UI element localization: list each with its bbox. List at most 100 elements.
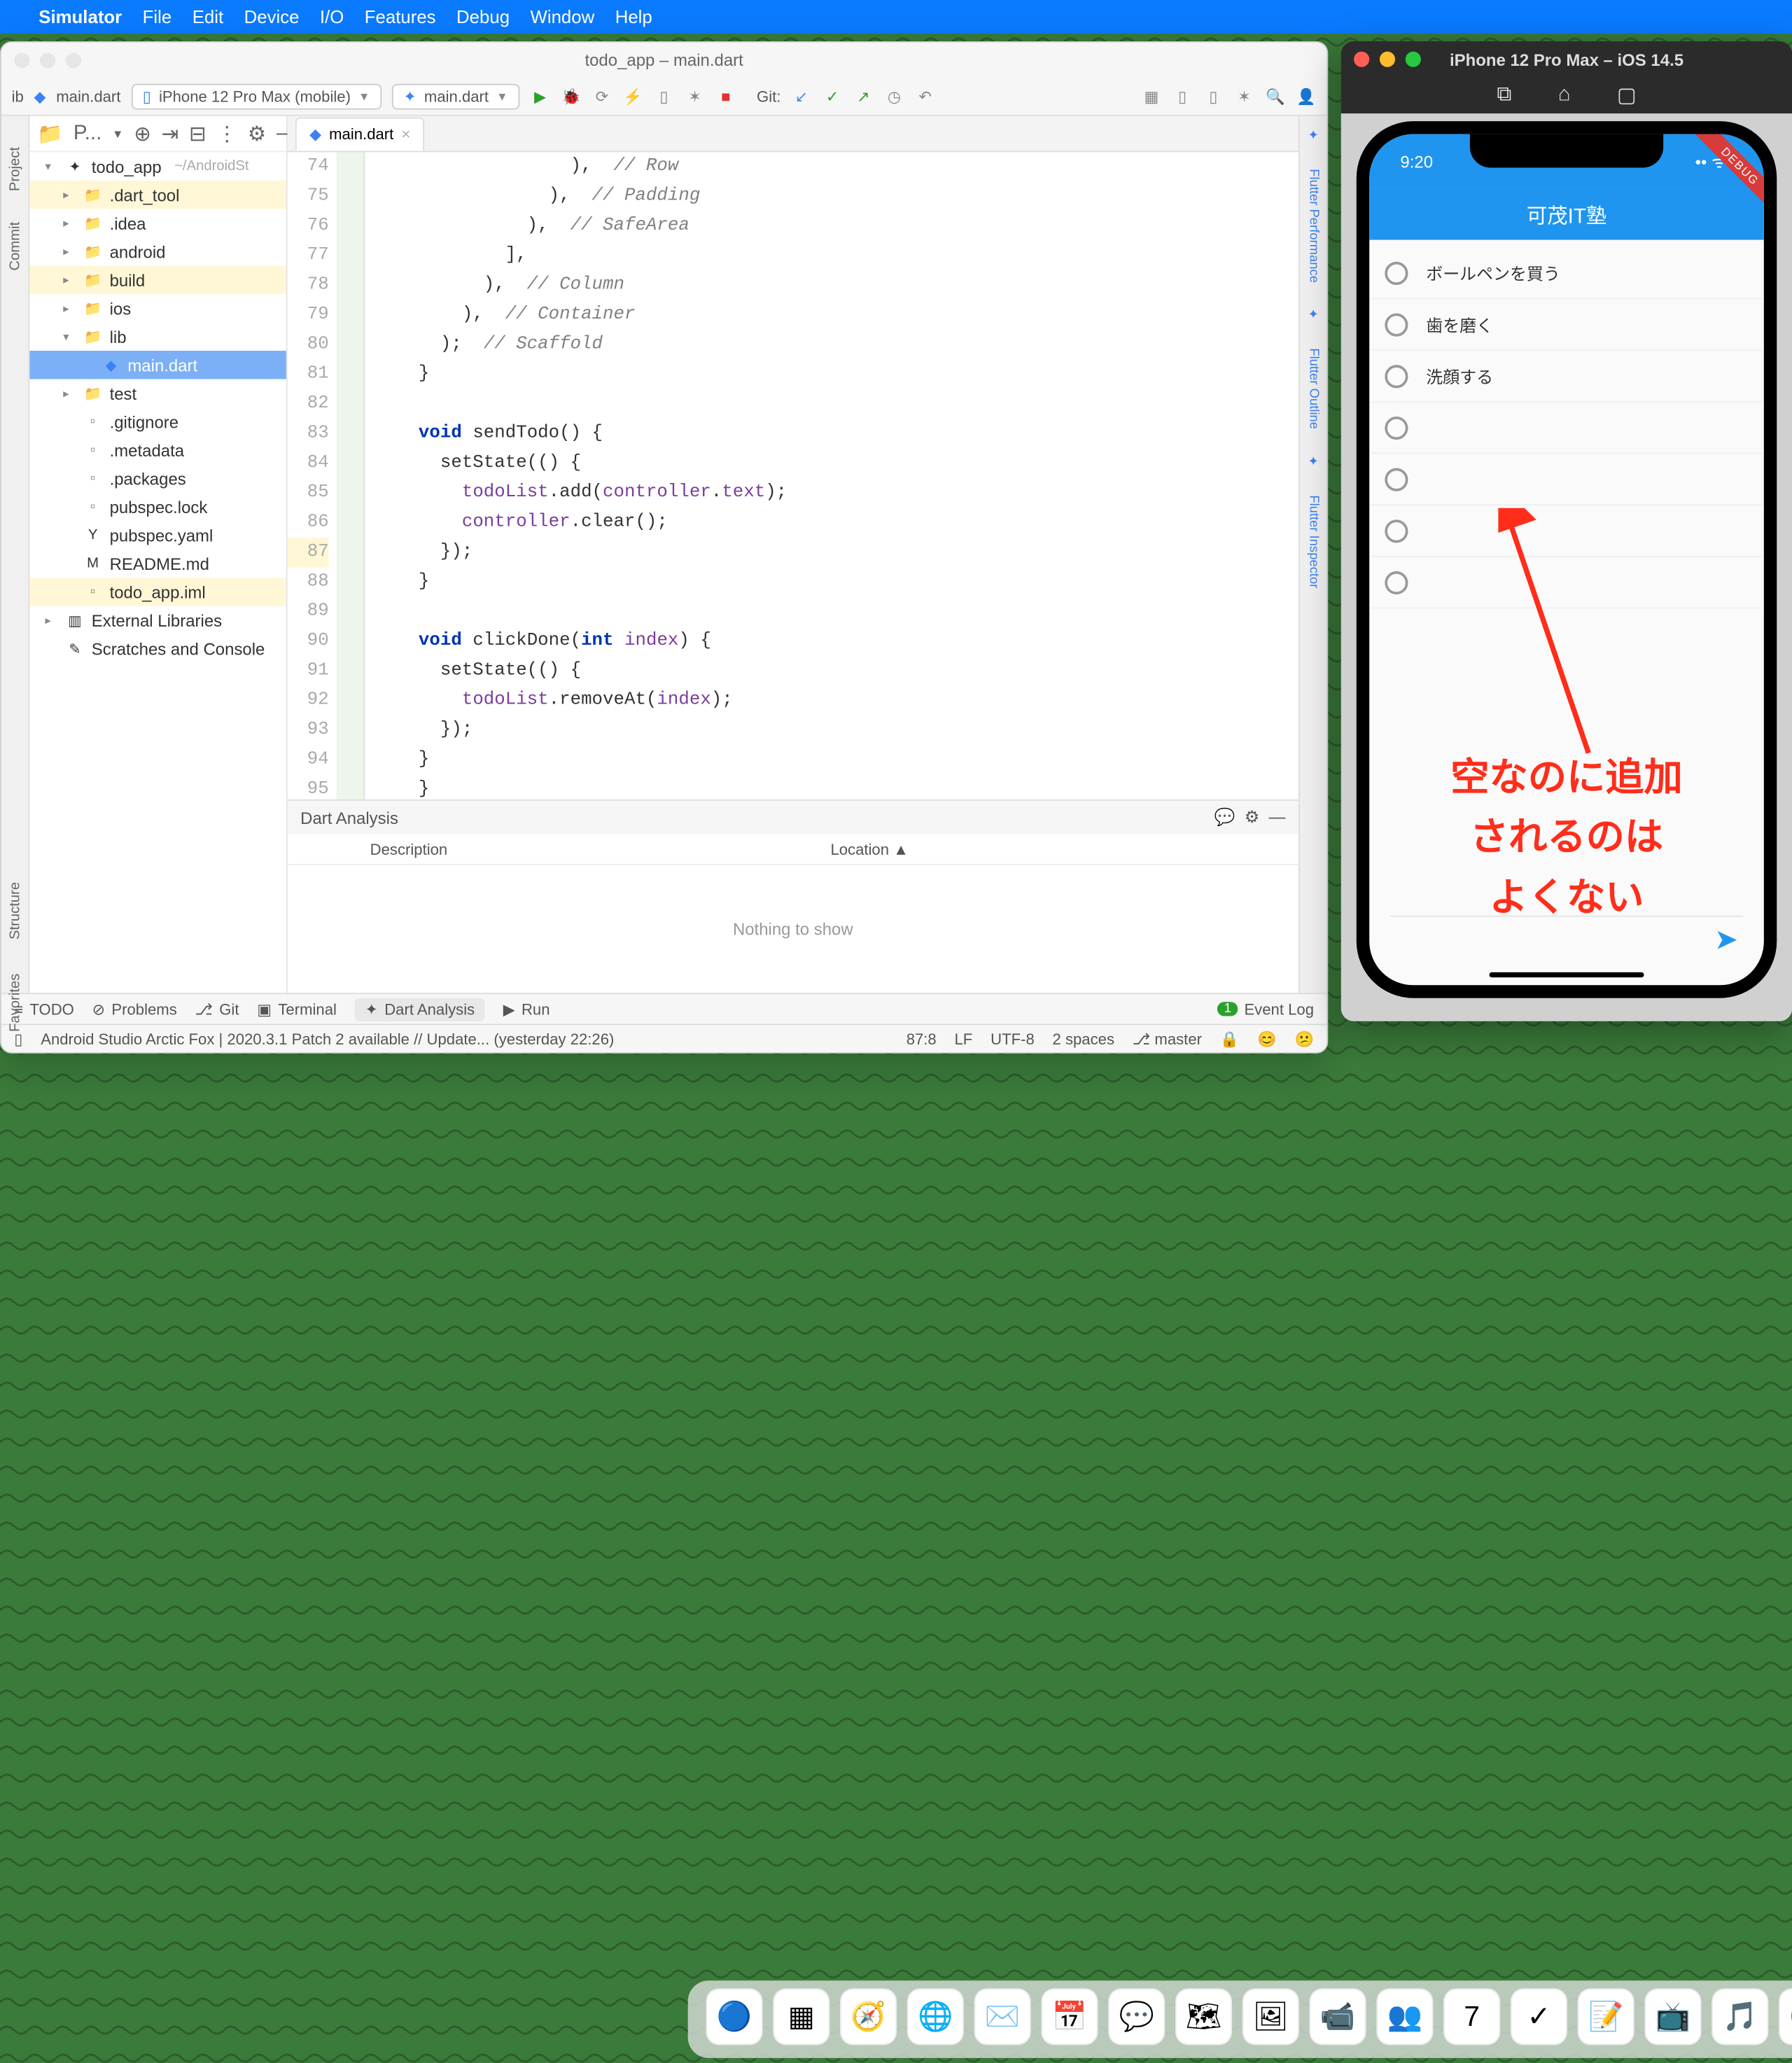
lock-icon[interactable]: 🔒 — [1220, 1030, 1240, 1048]
git-commit-icon[interactable]: ✓ — [822, 85, 842, 106]
encoding[interactable]: UTF-8 — [990, 1030, 1035, 1048]
menu-device[interactable]: Device — [244, 6, 300, 27]
tool-icon-4[interactable]: ✶ — [1234, 85, 1254, 106]
rotate-icon[interactable]: ▢ — [1617, 83, 1637, 109]
radio-icon[interactable] — [1385, 364, 1408, 387]
tab-dart-analysis[interactable]: ✦ Dart Analysis — [355, 998, 485, 1021]
radio-icon[interactable] — [1385, 519, 1408, 542]
tree-node[interactable]: ▫.packages — [29, 464, 286, 493]
git-rollback-icon[interactable]: ↶ — [915, 85, 935, 106]
debug-button[interactable]: 🐞 — [561, 85, 581, 106]
tree-node[interactable]: ▸📁android — [29, 237, 286, 266]
tree-node[interactable]: Ypubspec.yaml — [29, 521, 286, 550]
git-pull-icon[interactable]: ↙ — [791, 85, 811, 106]
minimize-icon[interactable]: — — [1269, 807, 1286, 827]
git-branch[interactable]: ⎇ master — [1133, 1030, 1202, 1048]
traffic-lights[interactable] — [14, 53, 81, 69]
caret-position[interactable]: 87:8 — [906, 1030, 937, 1048]
editor-tab[interactable]: ◆ main.dart × — [295, 118, 425, 151]
code-editor[interactable]: 7475767778798081828384858687888990919293… — [288, 152, 1298, 799]
dock-app-finder[interactable]: 🔵 — [706, 1988, 762, 2045]
tree-node[interactable]: ▸📁ios — [29, 294, 286, 323]
dock-app-messages[interactable]: 💬 — [1108, 1988, 1165, 2045]
tool-icon-2[interactable]: ▯ — [1172, 85, 1192, 106]
menu-edit[interactable]: Edit — [192, 6, 223, 27]
todo-item[interactable] — [1369, 505, 1764, 557]
add-icon[interactable]: ⊕ — [134, 120, 151, 146]
breadcrumb-file[interactable]: main.dart — [56, 87, 120, 105]
select-icon[interactable]: ⊟ — [189, 120, 206, 146]
git-push-icon[interactable]: ↗ — [853, 85, 874, 106]
attach-icon[interactable]: ▯ — [654, 85, 674, 106]
tree-node[interactable]: ▸▥External Libraries — [29, 606, 286, 635]
tree-node[interactable]: ▸📁test — [29, 379, 286, 408]
collapse-icon[interactable]: ⇥ — [162, 120, 179, 146]
rail-inspector[interactable]: Flutter Inspector — [1306, 496, 1320, 589]
dock-app-notes[interactable]: 📝 — [1578, 1988, 1634, 2045]
traffic-lights[interactable] — [1354, 52, 1421, 67]
macos-dock[interactable]: 🔵▦🧭🌐✉️📅💬🗺🖼📹👥7✓📝📺🎵🟣A▶⚙◉#</>⬛📕🤖{ }| — [688, 1980, 1792, 2058]
tree-node[interactable]: ▸📁.idea — [29, 209, 286, 237]
tree-node[interactable]: ▫.gitignore — [29, 407, 286, 436]
dock-app-facetime[interactable]: 📹 — [1310, 1988, 1366, 2045]
active-app-name[interactable]: Simulator — [38, 6, 122, 27]
radio-icon[interactable] — [1385, 468, 1408, 491]
dock-app-cal7[interactable]: 7 — [1443, 1988, 1500, 2045]
smiley-icon[interactable]: 😊 — [1257, 1030, 1277, 1048]
tree-node[interactable]: ✎Scratches and Console — [29, 634, 286, 663]
send-icon[interactable]: ➤ — [1714, 923, 1738, 956]
close-tab-icon[interactable]: × — [401, 125, 410, 144]
window-titlebar[interactable]: todo_app – main.dart — [1, 43, 1327, 78]
project-tree[interactable]: ▾✦todo_app~/AndroidSt▸📁.dart_tool▸📁.idea… — [29, 152, 286, 993]
tab-terminal[interactable]: ▣ Terminal — [257, 1000, 337, 1018]
dock-app-contacts[interactable]: 👥 — [1376, 1988, 1433, 2045]
dock-app-photos[interactable]: 🖼 — [1242, 1988, 1299, 2045]
hot-reload-button[interactable]: ⚡ — [622, 85, 643, 106]
todo-item[interactable] — [1369, 454, 1764, 505]
tool-icon-1[interactable]: ▦ — [1141, 85, 1161, 106]
gear-icon[interactable]: ⚙ — [248, 120, 266, 146]
tree-node[interactable]: ▫pubspec.lock — [29, 493, 286, 522]
todo-item[interactable]: ボールペンを買う — [1369, 248, 1764, 300]
coverage-button[interactable]: ⟳ — [592, 85, 612, 106]
chat-icon[interactable]: 💬 — [1214, 807, 1236, 827]
profile-icon[interactable]: ✶ — [685, 85, 705, 106]
tree-node[interactable]: ▫todo_app.iml — [29, 578, 286, 606]
radio-icon[interactable] — [1385, 313, 1408, 336]
tree-node[interactable]: ▾📁lib — [29, 323, 286, 351]
todo-item[interactable]: 洗顔する — [1369, 351, 1764, 403]
search-icon[interactable]: 🔍 — [1265, 85, 1285, 106]
status-message[interactable]: Android Studio Arctic Fox | 2020.3.1 Pat… — [41, 1030, 614, 1048]
todo-list[interactable]: ボールペンを買う歯を磨く洗顔する — [1369, 240, 1764, 617]
git-history-icon[interactable]: ◷ — [884, 85, 904, 106]
screenshot-icon[interactable]: ⧉ — [1497, 84, 1511, 107]
home-indicator[interactable] — [1490, 972, 1644, 977]
stop-button[interactable]: ■ — [715, 85, 736, 106]
menu-debug[interactable]: Debug — [456, 6, 510, 27]
radio-icon[interactable] — [1385, 261, 1408, 284]
menu-help[interactable]: Help — [615, 6, 652, 27]
rail-favorites[interactable]: Favorites — [8, 973, 23, 1031]
col-location[interactable]: Location ▲ — [830, 840, 1291, 858]
tool-icon-3[interactable]: ▯ — [1203, 85, 1224, 106]
sad-icon[interactable]: 😕 — [1294, 1030, 1314, 1048]
dock-app-mail[interactable]: ✉️ — [974, 1988, 1031, 2045]
tab-run[interactable]: ▶ Run — [503, 1000, 550, 1018]
dock-app-music[interactable]: 🎵 — [1712, 1988, 1768, 2045]
todo-item[interactable] — [1369, 557, 1764, 609]
dock-app-reminders[interactable]: ✓ — [1511, 1988, 1567, 2045]
dock-app-chrome[interactable]: 🌐 — [907, 1988, 964, 2045]
todo-item[interactable]: 歯を磨く — [1369, 299, 1764, 351]
rail-performance[interactable]: Flutter Performance — [1306, 169, 1320, 283]
rail-outline[interactable]: Flutter Outline — [1306, 349, 1320, 430]
run-button[interactable]: ▶ — [530, 85, 550, 106]
tree-node[interactable]: ▸📁build — [29, 265, 286, 294]
menu-file[interactable]: File — [143, 6, 172, 27]
col-description[interactable]: Description — [370, 840, 831, 858]
dock-app-safari[interactable]: 🧭 — [840, 1988, 897, 2045]
project-header[interactable]: 📁 P...▼ ⊕ ⇥ ⊟ ⋮ ⚙ — — [29, 116, 286, 153]
radio-icon[interactable] — [1385, 416, 1408, 439]
radio-icon[interactable] — [1385, 571, 1408, 594]
menu-io[interactable]: I/O — [320, 6, 344, 27]
tree-node[interactable]: ▸📁.dart_tool — [29, 181, 286, 209]
